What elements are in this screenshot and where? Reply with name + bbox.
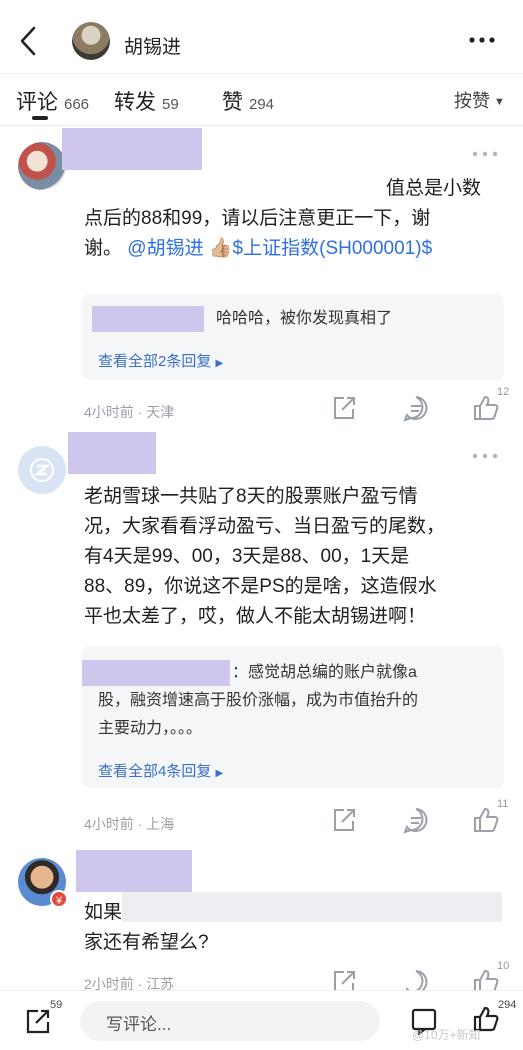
like-count: 12 — [497, 386, 510, 398]
reply-preview-box[interactable]: 哈哈哈，被你发现真相了 查看全部2条回复 ▶ — [82, 294, 504, 380]
repost-icon[interactable] — [24, 1007, 52, 1035]
write-comment-input[interactable]: 写评论... — [80, 1001, 380, 1041]
tab-comments[interactable]: 评论 666 — [16, 86, 89, 116]
commenter-name-redacted — [68, 432, 156, 474]
tab-reposts-label: 转发 — [114, 91, 156, 114]
comment-more-icon[interactable] — [470, 146, 500, 162]
commenter-name-redacted — [62, 128, 202, 170]
back-arrow-icon[interactable] — [14, 24, 42, 58]
comment-line: 值总是小数 — [386, 178, 482, 199]
like-count: 11 — [497, 798, 509, 810]
comment-body: 老胡雪球一共贴了8天的股票账户盈亏情 况，大家看看浮动盈亏、当日盈亏的尾数， 有… — [84, 482, 504, 632]
like-icon[interactable] — [472, 806, 500, 834]
reply-preview-line: ：感觉胡总编的账户就像a — [232, 664, 417, 681]
comment-meta: 4小时前 · 上海 — [84, 816, 175, 832]
comment-line: 谢。 @胡锡进 👍🏼$上证指数(SH000001)$ — [84, 234, 504, 264]
comment-line-prefix: 谢。 — [84, 238, 123, 259]
top-bar: 胡锡进 — [0, 0, 523, 74]
tab-likes-label: 赞 — [222, 91, 243, 114]
view-all-replies-link[interactable]: 查看全部2条回复 ▶ — [98, 350, 223, 371]
comment-line: 家还有希望么? — [84, 932, 209, 953]
view-all-label: 查看全部4条回复 — [98, 763, 212, 780]
watermark: @10万+新知 — [412, 1028, 481, 1042]
tab-comments-label: 评论 — [16, 91, 58, 114]
reply-preview-box[interactable]: ：感觉胡总编的账户就像a 股，融资增速高于股价涨幅，成为市值抬升的 主要动力，。… — [82, 646, 504, 788]
commenter-name-redacted — [76, 850, 192, 892]
tab-likes[interactable]: 赞 294 — [222, 86, 274, 116]
author-name[interactable]: 胡锡进 — [124, 32, 181, 59]
commenter-avatar[interactable] — [18, 446, 66, 494]
reply-icon[interactable] — [402, 394, 430, 422]
comment-more-icon[interactable] — [470, 448, 500, 464]
author-avatar[interactable] — [72, 22, 110, 60]
caret-down-icon: ▼ — [494, 96, 505, 108]
tab-bar: 评论 666 转发 59 赞 294 按赞 ▼ — [0, 76, 523, 126]
active-tab-indicator — [32, 116, 48, 120]
repost-count: 59 — [50, 999, 63, 1011]
repost-icon[interactable] — [330, 394, 358, 422]
repost-icon[interactable] — [330, 806, 358, 834]
comment-line: 有4天是99、00，3天是88、00，1天是 — [84, 546, 410, 567]
more-options-icon[interactable] — [466, 30, 498, 50]
comment-body: 值总是小数 点后的88和99，请以后注意更正一下，谢 谢。 @胡锡进 👍🏼$上证… — [84, 174, 504, 264]
comment-line: 88、89，你说这不是PS的是啥，这造假水 — [84, 576, 437, 597]
view-all-replies-link[interactable]: 查看全部4条回复 ▶ — [98, 760, 223, 781]
tab-reposts[interactable]: 转发 59 — [114, 86, 179, 116]
comment-line: 况，大家看看浮动盈亏、当日盈亏的尾数， — [84, 516, 446, 537]
replier-name-redacted — [82, 660, 230, 686]
comment-line: 如果 — [84, 902, 123, 923]
sort-dropdown[interactable]: 按赞 ▼ — [454, 87, 505, 113]
replier-name-redacted — [92, 306, 204, 332]
comment-meta: 4小时前 · 天津 — [84, 404, 175, 420]
comment-line: 平也太差了，哎，做人不能太胡锡进啊！ — [84, 606, 427, 627]
like-icon[interactable] — [472, 394, 500, 422]
verified-badge: ¥ — [50, 890, 68, 908]
caret-right-icon: ▶ — [215, 768, 224, 779]
caret-right-icon: ▶ — [215, 358, 224, 369]
comment-body: 如果 家还有希望么? — [84, 898, 504, 958]
mention-link[interactable]: @胡锡进 — [127, 238, 203, 259]
thumbs-up-emoji: 👍🏼 — [208, 238, 233, 259]
reply-icon[interactable] — [402, 806, 430, 834]
view-all-label: 查看全部2条回复 — [98, 353, 212, 370]
comment-line: 老胡雪球一共贴了8天的股票账户盈亏情 — [84, 486, 418, 507]
comment-line: 点后的88和99，请以后注意更正一下，谢 — [84, 208, 431, 229]
tab-likes-count: 294 — [249, 96, 275, 113]
reply-preview-line: 主要动力，。。。 — [98, 720, 203, 737]
sort-label: 按赞 — [454, 91, 490, 111]
write-comment-placeholder: 写评论... — [106, 1015, 172, 1034]
reply-preview-text: 哈哈哈，被你发现真相了 — [216, 310, 393, 327]
commenter-avatar[interactable] — [18, 142, 66, 190]
default-avatar-icon — [30, 458, 54, 482]
stock-tag-link[interactable]: $上证指数(SH000001)$ — [233, 238, 433, 259]
tab-reposts-count: 59 — [162, 96, 179, 113]
tab-comments-count: 666 — [64, 96, 90, 113]
reply-preview-line: 股，融资增速高于股价涨幅，成为市值抬升的 — [98, 692, 419, 709]
bottom-like-count: 294 — [498, 999, 517, 1011]
like-count: 10 — [497, 960, 510, 972]
